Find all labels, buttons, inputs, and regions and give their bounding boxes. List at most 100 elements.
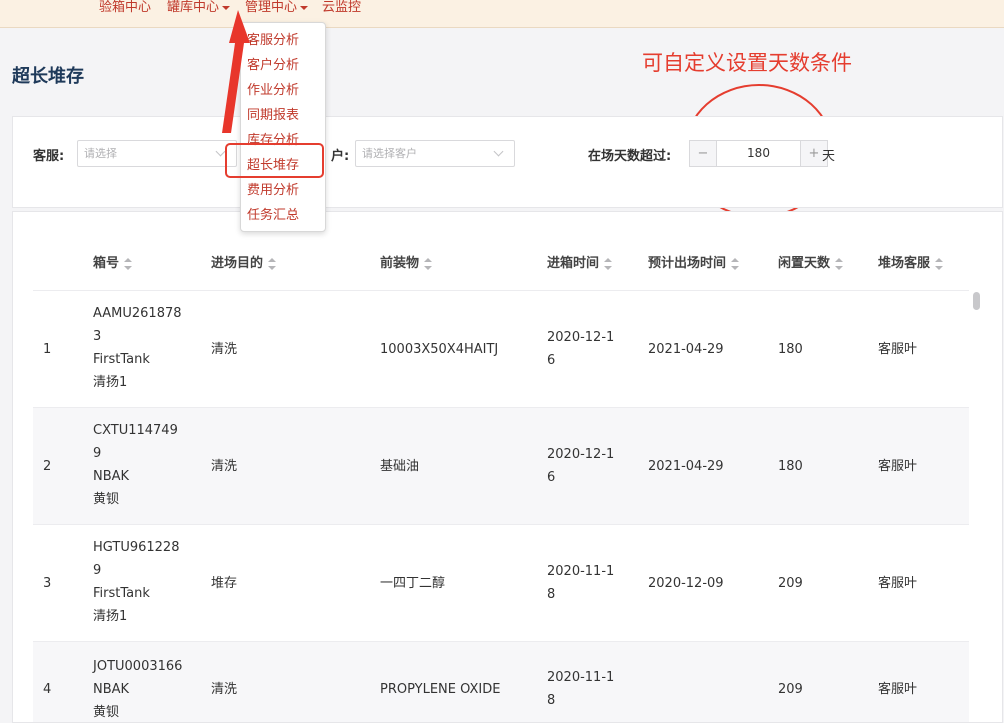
row-number: 4 <box>43 682 52 697</box>
days-input[interactable]: 180 <box>717 141 800 166</box>
scrollbar[interactable] <box>972 290 982 722</box>
scrollbar-thumb[interactable] <box>973 292 980 310</box>
nav-item-tank-depot[interactable]: 罐库中心 <box>167 0 231 16</box>
in-time-cell: 2020-12-1 6 <box>547 443 614 489</box>
nav-item-inspection[interactable]: 验箱中心 <box>99 0 151 16</box>
sort-icon <box>731 257 740 270</box>
in-time-line: 2020-12-1 <box>547 330 615 345</box>
in-time-line: 2020-12-1 <box>547 447 615 462</box>
header-in-time-label: 进箱时间 <box>547 256 600 271</box>
out-time-cell: 2021-04-29 <box>648 459 724 474</box>
purpose-cell: 清洗 <box>211 682 238 697</box>
customer-placeholder: 请选择客户 <box>362 147 417 160</box>
decrement-button[interactable]: − <box>690 141 717 166</box>
header-idle-days[interactable]: 闲置天数 <box>778 252 844 271</box>
menu-item-period-report[interactable]: 同期报表 <box>247 108 299 124</box>
service-cell: 客服叶 <box>878 576 918 591</box>
header-idle-days-label: 闲置天数 <box>778 256 831 271</box>
box-no-line: NBAK <box>93 469 130 484</box>
chevron-down-icon <box>215 146 226 157</box>
purpose-cell: 清洗 <box>211 342 238 357</box>
menu-item-task-summary[interactable]: 任务汇总 <box>247 208 299 224</box>
box-no-line: FirstTank <box>93 352 150 367</box>
header-purpose[interactable]: 进场目的 <box>211 252 277 271</box>
header-box-no[interactable]: 箱号 <box>93 252 133 271</box>
header-in-time[interactable]: 进箱时间 <box>547 252 613 271</box>
box-no-cell: AAMU261878 3 FirstTank 清扬1 <box>93 302 182 394</box>
chevron-down-icon <box>300 5 309 10</box>
management-dropdown-menu: 客服分析 客户分析 作业分析 同期报表 库存分析 超长堆存 费用分析 任务汇总 <box>240 22 326 232</box>
nav-item-tank-depot-label: 罐库中心 <box>167 0 220 15</box>
in-time-line: 6 <box>547 353 556 368</box>
purpose-cell: 清洗 <box>211 459 238 474</box>
box-no-cell: HGTU961228 9 FirstTank 清扬1 <box>93 536 179 628</box>
out-time-cell: 2021-04-29 <box>648 342 724 357</box>
service-cell: 客服叶 <box>878 342 918 357</box>
box-no-line: CXTU114749 <box>93 423 178 438</box>
table-row[interactable]: 2 CXTU114749 9 NBAK 黄钡 清洗 基础油 2020-12-1 … <box>33 407 969 524</box>
menu-item-service-analysis[interactable]: 客服分析 <box>247 33 299 49</box>
idle-days-cell: 209 <box>778 682 803 697</box>
in-time-cell: 2020-11-1 8 <box>547 560 614 606</box>
data-table: 箱号 进场目的 前装物 进箱时间 预计出场时间 闲置天数 堆场客服 1 AAMU… <box>12 211 1003 723</box>
box-no-line: 9 <box>93 563 102 578</box>
menu-item-operation-analysis[interactable]: 作业分析 <box>247 83 299 99</box>
box-no-line: 黄钡 <box>93 705 120 720</box>
table-row[interactable]: 3 HGTU961228 9 FirstTank 清扬1 堆存 一四丁二醇 20… <box>33 524 969 641</box>
box-no-line: 清扬1 <box>93 375 128 390</box>
header-service[interactable]: 堆场客服 <box>878 252 944 271</box>
header-cargo-label: 前装物 <box>380 256 420 271</box>
days-label: 在场天数超过: <box>588 149 672 164</box>
box-no-line: HGTU961228 <box>93 540 180 555</box>
in-time-cell: 2020-12-1 6 <box>547 326 614 372</box>
customer-label: 户: <box>331 149 350 164</box>
header-cargo[interactable]: 前装物 <box>380 252 433 271</box>
header-out-time[interactable]: 预计出场时间 <box>648 252 740 271</box>
service-cell: 客服叶 <box>878 682 918 697</box>
box-no-line: 9 <box>93 446 102 461</box>
days-unit: 天 <box>822 149 836 164</box>
nav-item-management[interactable]: 管理中心 <box>245 0 309 16</box>
header-out-time-label: 预计出场时间 <box>648 256 727 271</box>
cargo-cell: 基础油 <box>380 459 420 474</box>
row-number: 2 <box>43 459 52 474</box>
box-no-line: AAMU261878 <box>93 306 182 321</box>
highlight-box <box>225 143 324 178</box>
box-no-line: 清扬1 <box>93 609 128 624</box>
table-row[interactable]: 1 AAMU261878 3 FirstTank 清扬1 清洗 10003X50… <box>33 290 969 407</box>
table-row[interactable]: 4 JOTU0003166 NBAK 黄钡 清洗 PROPYLENE OXIDE… <box>33 641 969 722</box>
nav-item-cloud-monitor[interactable]: 云监控 <box>322 0 361 16</box>
idle-days-cell: 180 <box>778 459 803 474</box>
box-no-line: FirstTank <box>93 586 150 601</box>
in-time-cell: 2020-11-1 8 <box>547 666 614 712</box>
idle-days-cell: 209 <box>778 576 803 591</box>
header-service-label: 堆场客服 <box>878 256 931 271</box>
out-time-cell: 2020-12-09 <box>648 576 724 591</box>
chevron-down-icon <box>222 5 231 10</box>
customer-select[interactable]: 请选择客户 <box>355 140 515 167</box>
in-time-line: 8 <box>547 693 556 708</box>
box-no-line: JOTU0003166 <box>93 659 183 674</box>
purpose-cell: 堆存 <box>211 576 238 591</box>
sort-icon <box>604 257 613 270</box>
menu-item-customer-analysis[interactable]: 客户分析 <box>247 58 299 74</box>
top-nav: 验箱中心 罐库中心 管理中心 云监控 <box>0 0 1004 28</box>
filter-panel: 客服: 请选择 户: 请选择客户 在场天数超过: − 180 + 天 <box>12 116 1003 208</box>
sort-icon <box>935 257 944 270</box>
box-no-line: 3 <box>93 329 102 344</box>
menu-item-cost-analysis[interactable]: 费用分析 <box>247 183 299 199</box>
service-select[interactable]: 请选择 <box>77 140 237 167</box>
in-time-line: 8 <box>547 587 556 602</box>
cargo-cell: 10003X50X4HAITJ <box>380 342 499 357</box>
box-no-cell: CXTU114749 9 NBAK 黄钡 <box>93 419 178 511</box>
days-stepper: − 180 + <box>689 140 828 167</box>
box-no-line: 黄钡 <box>93 492 120 507</box>
service-placeholder: 请选择 <box>84 147 117 160</box>
in-time-line: 2020-11-1 <box>547 670 615 685</box>
row-number: 1 <box>43 342 52 357</box>
header-purpose-label: 进场目的 <box>211 256 264 271</box>
row-number: 3 <box>43 576 52 591</box>
nav-item-management-label: 管理中心 <box>245 0 298 15</box>
service-cell: 客服叶 <box>878 459 918 474</box>
header-box-no-label: 箱号 <box>93 256 120 271</box>
